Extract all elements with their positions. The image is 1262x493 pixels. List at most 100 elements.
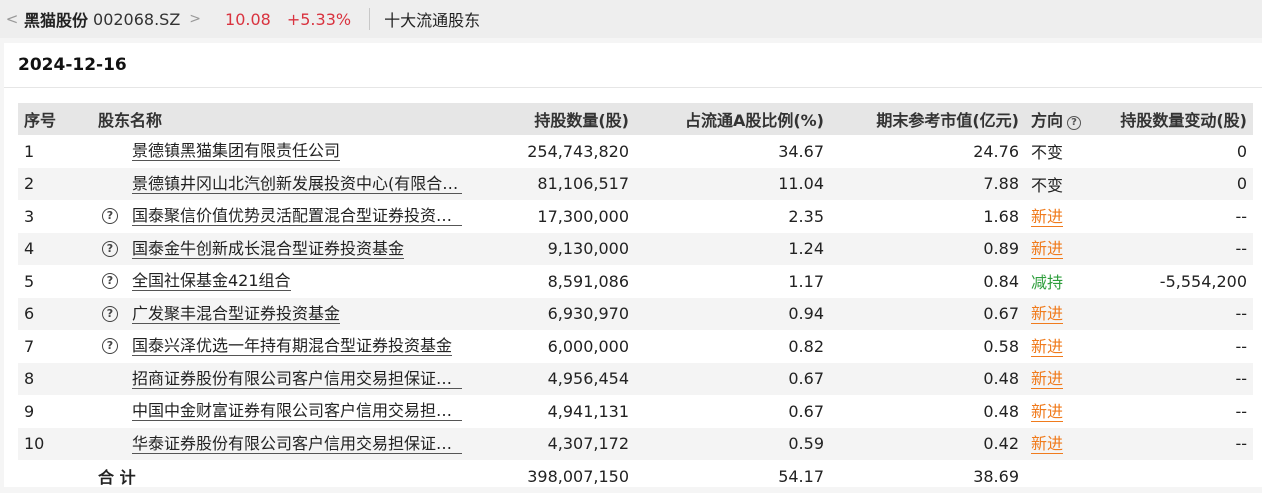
direction-cell: 新进 bbox=[1025, 362, 1111, 395]
col-header-direction-label: 方向 bbox=[1031, 111, 1064, 130]
holders-panel: 2024-12-16 序号 股东名称 持股数量(股) 占流通A股比例(%) 期末… bbox=[4, 43, 1262, 487]
col-header-shares[interactable]: 持股数量(股) bbox=[468, 103, 635, 135]
report-date: 2024-12-16 bbox=[18, 55, 127, 75]
value-cell: 1.68 bbox=[983, 206, 1019, 226]
total-ratio: 54.17 bbox=[778, 466, 824, 486]
icon-slot: ? bbox=[92, 239, 132, 259]
direction-label[interactable]: 新进 bbox=[1031, 434, 1064, 455]
direction-label[interactable]: 新进 bbox=[1031, 206, 1064, 227]
holder-name-link[interactable]: 中国中金财富证券有限公司客户信用交易担保证券账户 bbox=[132, 401, 462, 422]
chevron-left-icon[interactable]: < bbox=[0, 10, 22, 28]
table-row[interactable]: 8 招商证券股份有限公司客户信用交易担保证券账户 4,956,454 0.67 0.48… bbox=[18, 362, 1253, 395]
holder-name-link[interactable]: 国泰聚信价值优势灵活配置混合型证券投资基金 bbox=[132, 206, 462, 227]
direction-cell: 不变 bbox=[1025, 167, 1111, 200]
holder-name-link[interactable]: 景德镇黑猫集团有限责任公司 bbox=[132, 141, 341, 162]
total-row: 合 计 398,007,150 54.17 38.69 bbox=[18, 460, 1253, 493]
holder-cell: ? 国泰金牛创新成长混合型证券投资基金 bbox=[92, 232, 468, 265]
table-row[interactable]: 3? 国泰聚信价值优势灵活配置混合型证券投资基金 17,300,000 2.35 1.6… bbox=[18, 200, 1253, 233]
direction-cell: 减持 bbox=[1025, 265, 1111, 298]
row-number: 9 bbox=[24, 401, 35, 421]
col-header-name[interactable]: 股东名称 bbox=[92, 103, 468, 135]
holder-cell: ? 广发聚丰混合型证券投资基金 bbox=[92, 297, 468, 330]
question-circle-icon[interactable]: ? bbox=[102, 273, 118, 290]
question-circle-icon[interactable]: ? bbox=[102, 305, 118, 322]
table-row[interactable]: 1 景德镇黑猫集团有限责任公司 254,743,820 34.67 24.76 不变 0 bbox=[18, 135, 1253, 168]
header-divider bbox=[369, 8, 371, 30]
shares-cell: 4,956,454 bbox=[468, 362, 635, 395]
holder-cell: ? 全国社保基金421组合 bbox=[92, 265, 468, 298]
ratio-cell: 34.67 bbox=[778, 141, 824, 161]
col-header-direction[interactable]: 方向? bbox=[1025, 103, 1111, 135]
ratio-cell: 1.17 bbox=[788, 271, 824, 291]
ratio-cell: 0.82 bbox=[788, 336, 824, 356]
table-row[interactable]: 6? 广发聚丰混合型证券投资基金 6,930,970 0.94 0.67 新进 -- bbox=[18, 297, 1253, 330]
shares-cell: 6,000,000 bbox=[547, 336, 629, 356]
row-number: 5 bbox=[24, 271, 35, 291]
total-direction bbox=[1025, 460, 1111, 493]
row-number: 10 bbox=[18, 427, 92, 460]
direction-cell: 新进 bbox=[1025, 395, 1111, 428]
icon-slot bbox=[92, 141, 132, 161]
table-row[interactable]: 4? 国泰金牛创新成长混合型证券投资基金 9,130,000 1.24 0.89 新进 -- bbox=[18, 232, 1253, 265]
row-number: 1 bbox=[24, 141, 35, 161]
direction-label[interactable]: 新进 bbox=[1031, 401, 1064, 422]
table-row[interactable]: 7? 国泰兴泽优选一年持有期混合型证券投资基金 6,000,000 0.82 0.58 新… bbox=[18, 330, 1253, 363]
holder-name-link[interactable]: 景德镇井冈山北汽创新发展投资中心(有限合伙) bbox=[132, 174, 462, 194]
stock-code[interactable]: 002068.SZ bbox=[93, 10, 180, 29]
table-row[interactable]: 5? 全国社保基金421组合 8,591,086 1.17 0.84 减持 -5,554,2… bbox=[18, 265, 1253, 298]
chevron-right-icon[interactable]: > bbox=[189, 11, 201, 27]
icon-slot bbox=[92, 174, 132, 194]
top-bar: < 黑猫股份 002068.SZ > 10.08 +5.33% 十大流通股东 bbox=[0, 0, 1262, 38]
direction-label[interactable]: 新进 bbox=[1031, 369, 1064, 390]
direction-label: 减持 bbox=[1031, 273, 1064, 293]
value-cell: 0.58 bbox=[983, 336, 1019, 356]
icon-slot: ? bbox=[92, 271, 132, 291]
direction-label[interactable]: 新进 bbox=[1031, 336, 1064, 357]
shares-cell: 8,591,086 bbox=[547, 271, 629, 291]
change-cell: -- bbox=[1111, 297, 1253, 330]
ratio-cell: 0.59 bbox=[635, 427, 830, 460]
question-circle-icon[interactable]: ? bbox=[102, 208, 118, 225]
direction-cell: 新进 bbox=[1025, 427, 1111, 460]
direction-label[interactable]: 新进 bbox=[1031, 239, 1064, 260]
question-circle-icon[interactable]: ? bbox=[102, 240, 118, 257]
table-row[interactable]: 10 华泰证券股份有限公司客户信用交易担保证券账户 4,307,172 0.59 0.4… bbox=[18, 427, 1253, 460]
question-circle-icon[interactable]: ? bbox=[102, 338, 118, 355]
change-cell: -- bbox=[1111, 232, 1253, 265]
stock-price: 10.08 bbox=[225, 9, 271, 29]
holder-cell: 华泰证券股份有限公司客户信用交易担保证券账户 bbox=[92, 427, 468, 460]
holder-name-link[interactable]: 国泰金牛创新成长混合型证券投资基金 bbox=[132, 239, 405, 259]
direction-cell: 新进 bbox=[1025, 200, 1111, 233]
question-circle-icon[interactable]: ? bbox=[1067, 116, 1082, 130]
icon-slot: ? bbox=[92, 336, 132, 356]
change-cell: -- bbox=[1111, 362, 1253, 395]
stock-change: +5.33% bbox=[286, 9, 352, 29]
shares-cell: 81,106,517 bbox=[468, 167, 635, 200]
col-header-value[interactable]: 期末参考市值(亿元) bbox=[830, 103, 1025, 135]
holder-cell: 景德镇井冈山北汽创新发展投资中心(有限合伙) bbox=[92, 167, 468, 200]
col-header-change[interactable]: 持股数量变动(股) bbox=[1111, 103, 1253, 135]
change-cell: -- bbox=[1235, 206, 1247, 226]
holder-name-link[interactable]: 华泰证券股份有限公司客户信用交易担保证券账户 bbox=[132, 434, 462, 454]
holder-cell: 景德镇黑猫集团有限责任公司 bbox=[92, 135, 468, 168]
col-header-no[interactable]: 序号 bbox=[18, 103, 92, 135]
direction-label[interactable]: 新进 bbox=[1031, 304, 1064, 325]
icon-slot: ? bbox=[92, 206, 132, 226]
direction-label: 不变 bbox=[1031, 175, 1064, 195]
table-row[interactable]: 9 中国中金财富证券有限公司客户信用交易担保证券账户 4,941,131 0.67 0.… bbox=[18, 395, 1253, 428]
total-shares: 398,007,150 bbox=[527, 466, 629, 486]
change-cell: -- bbox=[1111, 427, 1253, 460]
col-header-ratio[interactable]: 占流通A股比例(%) bbox=[635, 103, 830, 135]
direction-label: 不变 bbox=[1031, 143, 1064, 163]
holder-name-link[interactable]: 广发聚丰混合型证券投资基金 bbox=[132, 304, 341, 324]
holder-cell: 中国中金财富证券有限公司客户信用交易担保证券账户 bbox=[92, 395, 468, 428]
holder-name-link[interactable]: 国泰兴泽优选一年持有期混合型证券投资基金 bbox=[132, 336, 453, 357]
total-value: 38.69 bbox=[973, 466, 1019, 486]
holder-name-link[interactable]: 招商证券股份有限公司客户信用交易担保证券账户 bbox=[132, 369, 462, 389]
row-number: 8 bbox=[18, 362, 92, 395]
value-cell: 0.84 bbox=[983, 271, 1019, 291]
table-row[interactable]: 2 景德镇井冈山北汽创新发展投资中心(有限合伙) 81,106,517 11.04 7.… bbox=[18, 167, 1253, 200]
value-cell: 0.42 bbox=[830, 427, 1025, 460]
holder-name-link[interactable]: 全国社保基金421组合 bbox=[132, 271, 291, 292]
stock-name[interactable]: 黑猫股份 bbox=[24, 7, 88, 31]
